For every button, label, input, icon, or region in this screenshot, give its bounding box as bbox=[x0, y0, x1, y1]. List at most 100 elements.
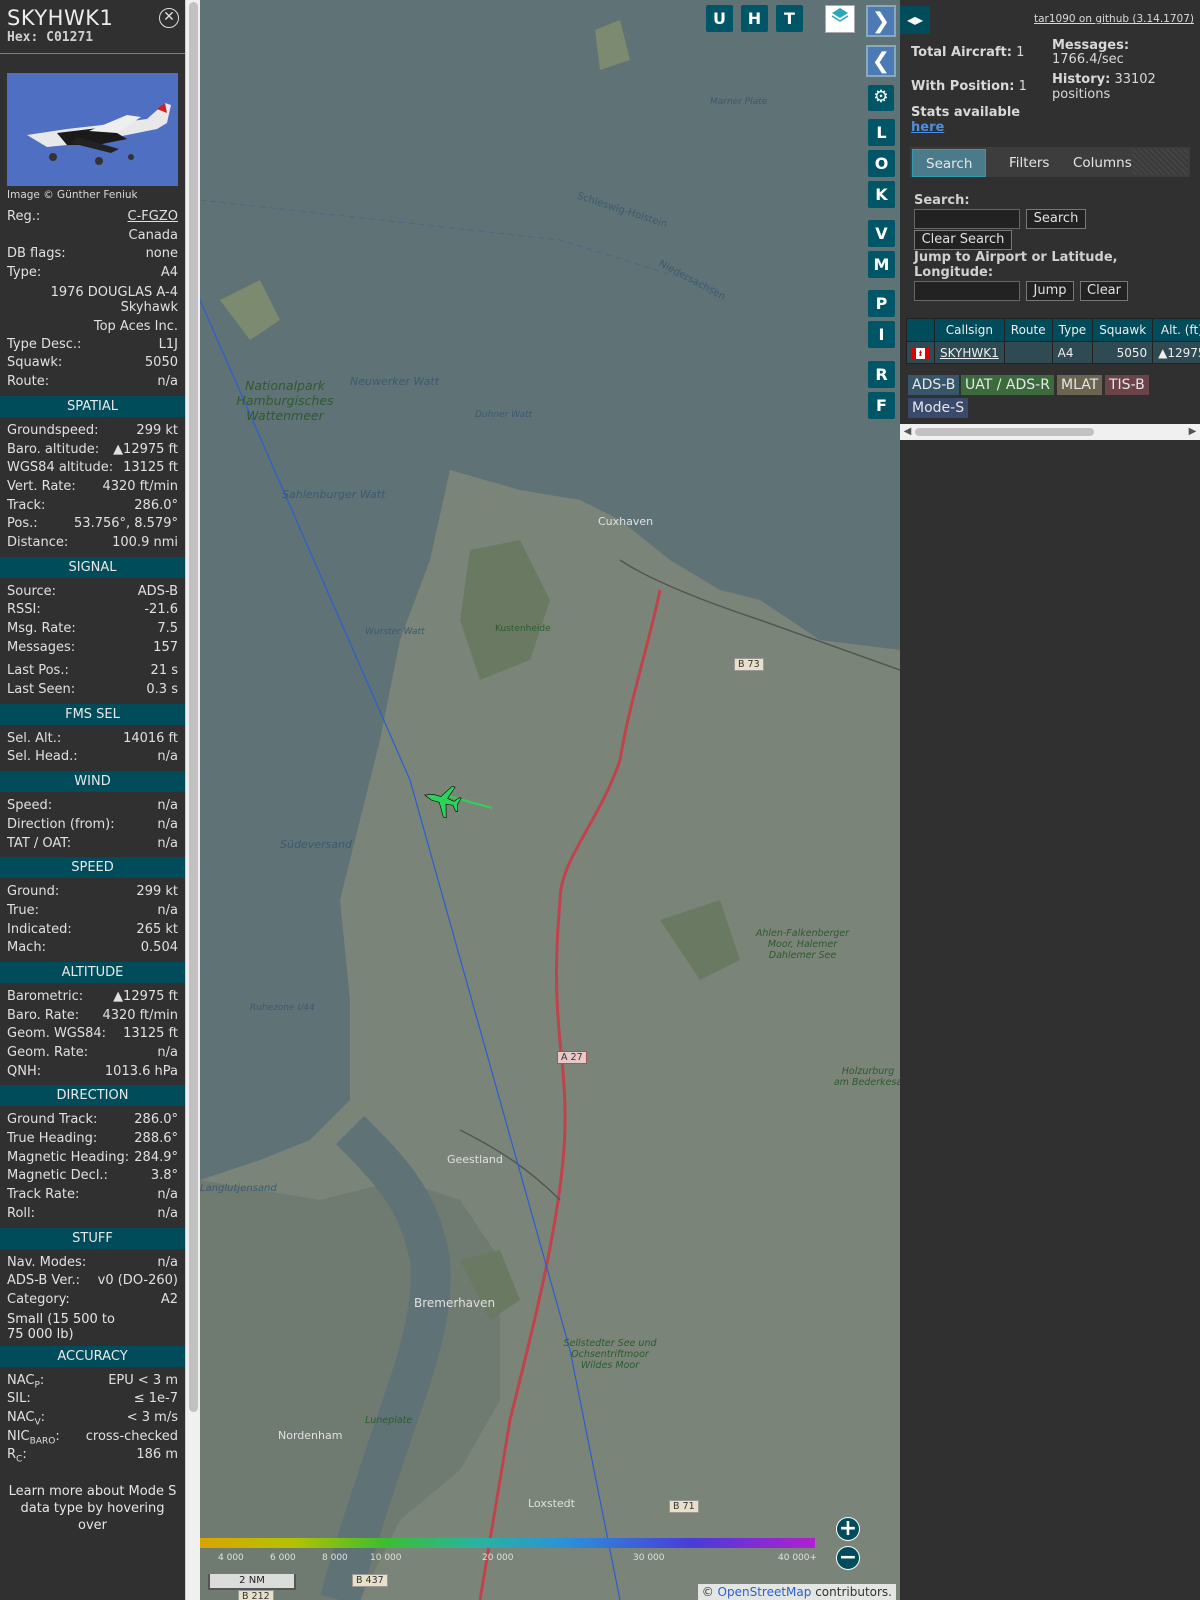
altitude-row: Baro. Rate: 4320 ft/min bbox=[0, 1007, 185, 1026]
panel-tabs: Search Filters Columns bbox=[909, 146, 1191, 178]
squawk-row: Squawk: 5050 bbox=[0, 354, 185, 373]
zoom-out-button[interactable]: − bbox=[836, 1546, 860, 1570]
canada-flag-icon bbox=[912, 347, 929, 359]
signal-row: Last Pos.: 21 s bbox=[0, 662, 185, 681]
plus-icon: + bbox=[838, 1516, 858, 1541]
scale-line: 2 NM bbox=[208, 1574, 296, 1590]
toggle-v-button[interactable]: V bbox=[868, 220, 895, 247]
total-value: 1 bbox=[1016, 45, 1025, 60]
type-value: A4 bbox=[160, 265, 178, 281]
col-flag[interactable] bbox=[906, 318, 935, 342]
badge-tisb[interactable]: TIS-B bbox=[1105, 375, 1149, 395]
search-input[interactable] bbox=[914, 209, 1020, 229]
badge-adsb[interactable]: ADS-B bbox=[908, 375, 960, 395]
toggle-i-button[interactable]: I bbox=[868, 321, 895, 348]
section-header-speed: SPEED bbox=[0, 857, 185, 879]
left-panel-scrollbar[interactable] bbox=[185, 0, 200, 1600]
stats-link[interactable]: here bbox=[911, 120, 944, 135]
search-button[interactable]: Search bbox=[1026, 209, 1086, 229]
table-horizontal-scrollbar[interactable]: ◀ ▶ bbox=[900, 424, 1200, 440]
jump-button[interactable]: Jump bbox=[1026, 281, 1074, 301]
clear-search-button[interactable]: Clear Search bbox=[914, 230, 1012, 250]
section-header-wind: WIND bbox=[0, 771, 185, 793]
direction-label: Magnetic Heading: bbox=[7, 1149, 130, 1165]
toggle-f-button[interactable]: F bbox=[868, 392, 895, 419]
country: Canada bbox=[128, 227, 178, 243]
col-callsign[interactable]: Callsign bbox=[934, 318, 1005, 342]
toggle-r-button[interactable]: R bbox=[868, 361, 895, 388]
spatial-row: Groundspeed: 299 kt bbox=[0, 422, 185, 441]
route-row: Route: n/a bbox=[0, 373, 185, 392]
github-link[interactable]: tar1090 on github (3.14.1707) bbox=[1034, 13, 1194, 25]
map-label-ahlen: Ahlen-Falkenberger Moor, Halemer Dahleme… bbox=[755, 928, 850, 961]
badge-uat[interactable]: UAT / ADS-R bbox=[961, 375, 1054, 395]
fms-label: Sel. Alt.: bbox=[7, 730, 62, 746]
col-alt[interactable]: Alt. (ft) bbox=[1152, 318, 1200, 342]
scroll-thumb[interactable] bbox=[189, 2, 198, 1412]
wind-value: n/a bbox=[157, 835, 178, 851]
signal-row: RSSI: -21.6 bbox=[0, 601, 185, 620]
stuff-label: Nav. Modes: bbox=[7, 1254, 87, 1270]
scroll-left-arrow-icon[interactable]: ◀ bbox=[900, 424, 915, 440]
aircraft-list-panel: ◂▸ tar1090 on github (3.14.1707) Total A… bbox=[900, 0, 1200, 1600]
spatial-value: 53.756°, 8.579° bbox=[74, 516, 178, 532]
route-cell bbox=[1003, 341, 1053, 364]
history-label: History: bbox=[1052, 72, 1111, 87]
flag-cell bbox=[906, 341, 935, 364]
toggle-p-button[interactable]: P bbox=[868, 290, 895, 317]
clear-button[interactable]: Clear bbox=[1080, 281, 1128, 301]
collapse-sidebar-button[interactable]: ❮ bbox=[866, 45, 896, 77]
table-row[interactable]: SKYHWK1 A4 5050 ▲12975 bbox=[906, 341, 1200, 364]
tab-search[interactable]: Search bbox=[912, 149, 987, 177]
scroll-right-arrow-icon[interactable]: ▶ bbox=[1185, 424, 1200, 440]
map-view[interactable]: Cuxhaven Geestland Bremerhaven Nordenham… bbox=[200, 0, 900, 1600]
layers-button[interactable] bbox=[825, 5, 855, 33]
badge-modes[interactable]: Mode-S bbox=[908, 398, 969, 418]
aircraft-info-panel: SKYHWK1 Hex: C01271 ✕ Image © Günther Fe… bbox=[0, 0, 185, 1600]
squawk-value: 5050 bbox=[144, 355, 178, 371]
jump-input[interactable] bbox=[914, 281, 1020, 301]
direction-value: n/a bbox=[157, 1205, 178, 1221]
badge-mlat[interactable]: MLAT bbox=[1057, 375, 1103, 395]
signal-label: RSSI: bbox=[7, 602, 41, 618]
col-type[interactable]: Type bbox=[1051, 318, 1094, 342]
settings-button[interactable]: ⚙ bbox=[868, 85, 894, 111]
wind-row: Speed: n/a bbox=[0, 797, 185, 816]
col-squawk[interactable]: Squawk bbox=[1092, 318, 1154, 342]
map-label-loxstedt: Loxstedt bbox=[528, 1497, 575, 1510]
toggle-t-button[interactable]: T bbox=[776, 5, 803, 32]
tab-filters[interactable]: Filters bbox=[996, 149, 1062, 177]
wind-label: Speed: bbox=[7, 798, 53, 814]
toggle-o-button[interactable]: O bbox=[868, 150, 895, 177]
spatial-label: Pos.: bbox=[7, 516, 38, 532]
toggle-h-button[interactable]: H bbox=[741, 5, 768, 32]
toggle-l-button[interactable]: L bbox=[868, 119, 895, 146]
type-row: Type: A4 bbox=[0, 264, 185, 283]
spatial-label: Distance: bbox=[7, 534, 69, 550]
reg-link[interactable]: C-FGZO bbox=[128, 209, 178, 224]
toggle-u-button[interactable]: U bbox=[706, 5, 733, 32]
expand-sidebar-button[interactable]: ❯ bbox=[866, 5, 896, 37]
stuff-value: v0 (DO-260) bbox=[97, 1273, 178, 1289]
footer-note: Learn more about Mode S data type by hov… bbox=[8, 1484, 177, 1533]
callsign-cell[interactable]: SKYHWK1 bbox=[934, 341, 1005, 364]
signal-label: Last Seen: bbox=[7, 682, 76, 698]
detail-sections: SPATIAL Groundspeed: 299 kt Baro. altitude:… bbox=[0, 395, 185, 1534]
map-label-duhner: Duhner Watt bbox=[475, 410, 533, 420]
typedesc-row: Type Desc.: L1J bbox=[0, 336, 185, 355]
total-label: Total Aircraft: bbox=[911, 45, 1012, 60]
toggle-k-button[interactable]: K bbox=[868, 181, 895, 208]
gear-icon: ⚙ bbox=[873, 87, 889, 107]
direction-value: 286.0° bbox=[134, 1112, 178, 1128]
hscroll-thumb[interactable] bbox=[915, 428, 1094, 436]
route-label: Route: bbox=[7, 374, 50, 390]
col-route[interactable]: Route bbox=[1003, 318, 1053, 342]
aircraft-photo[interactable] bbox=[7, 73, 178, 186]
osm-link[interactable]: OpenStreetMap bbox=[718, 1585, 812, 1599]
zoom-in-button[interactable]: + bbox=[836, 1517, 860, 1541]
toggle-m-button[interactable]: M bbox=[868, 251, 895, 278]
close-icon[interactable]: ✕ bbox=[159, 8, 179, 28]
direction-label: Ground Track: bbox=[7, 1112, 98, 1128]
toggle-panel-button[interactable]: ◂▸ bbox=[900, 6, 930, 34]
speed-value: 265 kt bbox=[136, 921, 178, 937]
